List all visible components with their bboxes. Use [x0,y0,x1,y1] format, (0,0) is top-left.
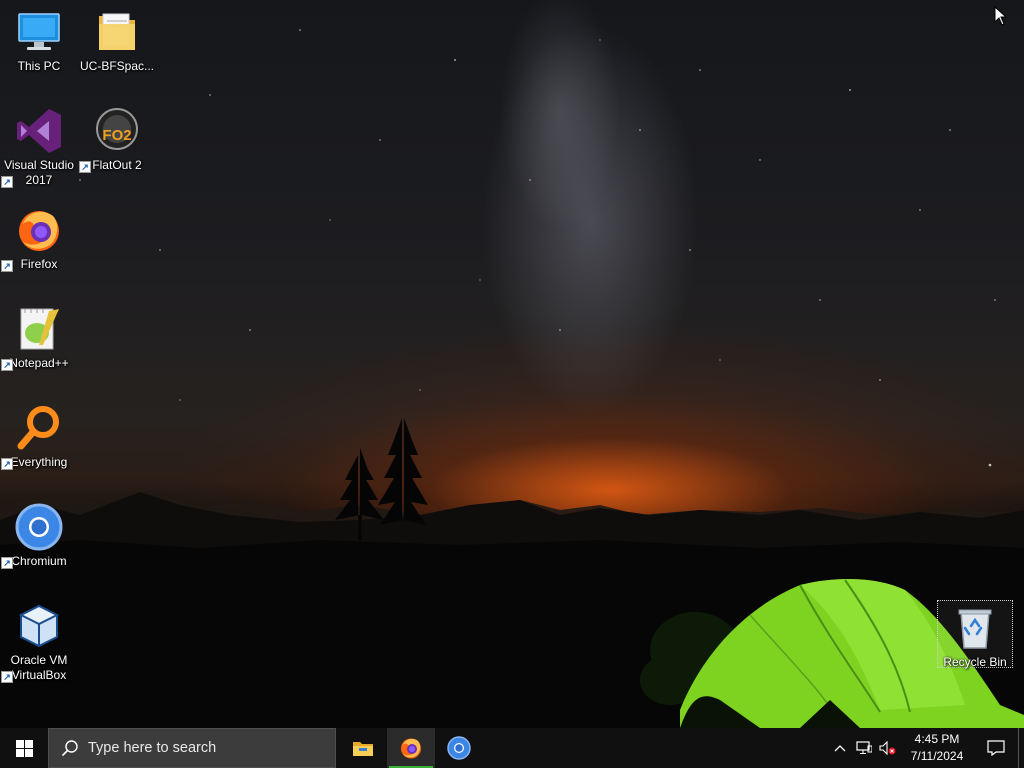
file-explorer-icon [353,742,373,756]
notepadpp-icon [15,305,63,353]
system-tray: 4:45 PM 7/11/2024 [828,728,1024,768]
taskbar-clock[interactable]: 4:45 PM 7/11/2024 [900,731,974,765]
desktop-icon-everything[interactable]: ↗ Everything [1,404,77,470]
desktop-icon-recycle-bin[interactable]: Recycle Bin [937,600,1013,669]
everything-icon [15,404,63,452]
windows-logo-icon [15,739,33,757]
shortcut-arrow-icon: ↗ [1,359,13,371]
recycle-bin-icon [951,604,999,652]
clock-time: 4:45 PM [914,732,960,746]
firefox-icon [15,206,63,254]
show-hidden-icons-button[interactable] [828,728,852,768]
flatout2-icon: FO2 [93,107,141,155]
action-center-button[interactable] [974,728,1018,768]
show-desktop-button[interactable] [1018,728,1024,768]
taskbar-firefox[interactable] [387,728,435,768]
shortcut-arrow-icon: ↗ [1,671,13,683]
desktop-icon-firefox[interactable]: ↗ Firefox [1,206,77,272]
search-placeholder: Type here to search [88,740,217,756]
virtualbox-icon [15,602,63,650]
taskbar-file-explorer[interactable] [339,728,387,768]
desktop-icon-uc-bfspac-folder[interactable]: UC-BFSpac... [79,8,155,74]
shortcut-arrow-icon: ↗ [1,260,13,272]
search-icon [61,740,78,757]
taskbar-search-box[interactable]: Type here to search [48,728,336,768]
notification-icon [987,740,1005,756]
desktop-icon-virtualbox[interactable]: ↗ Oracle VM VirtualBox [1,602,77,683]
volume-button[interactable] [876,728,900,768]
mouse-cursor-icon [994,6,1006,26]
shortcut-arrow-icon: ↗ [1,458,13,470]
network-status-button[interactable] [852,728,876,768]
desktop-icon-chromium[interactable]: ↗ Chromium [1,503,77,569]
volume-muted-icon [879,741,896,755]
taskbar-chromium[interactable] [435,728,483,768]
chromium-icon [15,503,63,551]
chevron-up-icon [834,745,846,752]
shortcut-arrow-icon: ↗ [1,557,13,569]
desktop-icon-label: This PC [17,59,61,73]
clock-date: 7/11/2024 [910,749,964,763]
stars [79,29,996,467]
taskbar: Type here to search 4:45 PM 7/11/2024 [0,728,1024,768]
network-icon [856,741,872,754]
desktop-icon-this-pc[interactable]: This PC [1,8,77,74]
shortcut-arrow-icon: ↗ [79,161,91,173]
desktop-icon-flatout2[interactable]: FO2 ↗ FlatOut 2 [79,107,155,173]
chromium-icon [447,736,471,760]
desktop-icon-label: UC-BFSpac... [79,59,154,73]
computer-icon [15,8,63,56]
desktop-icon-visual-studio[interactable]: ↗ Visual Studio 2017 [1,107,77,188]
firefox-icon [401,738,421,759]
folder-icon [93,8,141,56]
visual-studio-icon [15,107,63,155]
desktop-icon-label: Recycle Bin [943,655,1007,669]
shortcut-arrow-icon: ↗ [1,176,13,188]
start-button[interactable] [0,728,48,768]
svg-text:FO2: FO2 [102,127,131,144]
desktop-icon-notepadpp[interactable]: ↗ Notepad++ [1,305,77,371]
